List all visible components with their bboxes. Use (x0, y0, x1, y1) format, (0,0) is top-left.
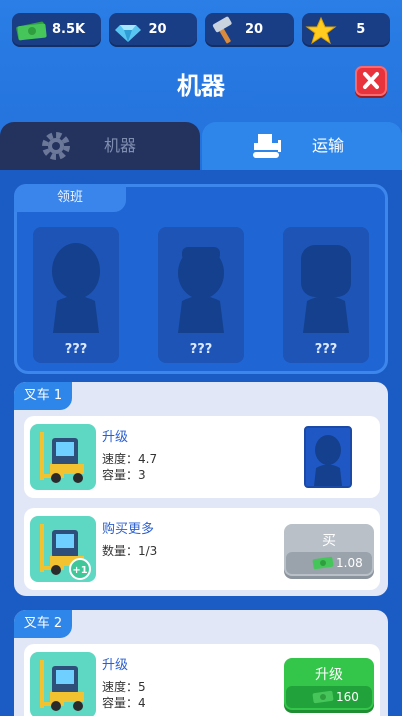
stars-value: 5 (356, 22, 366, 37)
bulldozer-icon (253, 134, 281, 158)
foreman-slot-label: ??? (64, 342, 88, 357)
foreman-slot-1[interactable]: ??? (33, 227, 119, 363)
buy-button[interactable]: 买 1.08 (284, 524, 374, 576)
upgrade-card: 升级 速度：5 容量：4 升级 160 (24, 644, 380, 716)
upgrade-price: 160 (336, 690, 359, 704)
resource-bar: 8.5K 20 20 5 (12, 13, 390, 47)
upgrade-heading: 升级 (102, 430, 129, 445)
page-title: 机器 (177, 72, 225, 100)
cash-icon (312, 690, 334, 704)
forklift-icon (40, 660, 84, 711)
resource-cash[interactable]: 8.5K (12, 13, 101, 47)
foreman-slot-label: ??? (314, 342, 338, 357)
speed-stat: 速度：5 (102, 680, 146, 694)
gear-icon (42, 132, 70, 160)
upgrade-button[interactable]: 升级 160 (284, 658, 374, 710)
forklift-tag: 叉车 2 (14, 610, 72, 638)
locked-character-silhouette (301, 245, 351, 333)
foreman-tag: 领班 (14, 184, 126, 212)
cash-value: 8.5K (52, 22, 86, 37)
buy-button-label: 买 (322, 533, 336, 549)
forklift-tag: 叉车 1 (14, 382, 72, 410)
forklift-icon (40, 432, 84, 483)
foreman-panel: 领班 ??? ??? ??? (14, 184, 388, 374)
buy-more-card: +1 购买更多 数量：1/3 买 1.08 (24, 508, 380, 590)
quantity-stat: 数量：1/3 (102, 544, 158, 558)
locked-character-silhouette (52, 243, 100, 333)
buy-price: 1.08 (336, 556, 363, 570)
capacity-stat: 容量：3 (102, 468, 146, 482)
buy-more-heading: 购买更多 (102, 522, 155, 537)
foreman-slot-2[interactable]: ??? (158, 227, 244, 363)
capacity-stat: 容量：4 (102, 696, 146, 710)
price-bar: 1.08 (286, 552, 372, 574)
hammer-icon (212, 16, 232, 44)
tab-transport[interactable]: 运输 (202, 122, 402, 170)
forklift-thumbnail (30, 424, 96, 490)
driver-silhouette (314, 435, 342, 486)
foreman-slot-label: ??? (189, 342, 213, 357)
driver-slot[interactable] (304, 426, 352, 488)
forklift-icon: +1 (40, 524, 91, 580)
cash-icon (16, 21, 47, 41)
resource-hammers[interactable]: 20 (205, 13, 294, 47)
tab-transport-label: 运输 (312, 136, 345, 155)
upgrade-button-label: 升级 (315, 667, 343, 683)
close-icon (363, 72, 379, 89)
locked-character-silhouette (178, 247, 224, 333)
upgrade-heading: 升级 (102, 658, 129, 673)
resource-gems[interactable]: 20 (108, 13, 197, 47)
gems-value: 20 (148, 22, 167, 37)
close-button[interactable] (355, 66, 387, 96)
plus-one-badge: +1 (72, 565, 87, 576)
tab-machines-label: 机器 (104, 136, 137, 155)
price-bar: 160 (286, 686, 372, 708)
forklift-section-2: 叉车 2 升级 速度：5 容量：4 升级 160 (14, 610, 388, 716)
hammers-value: 20 (245, 22, 264, 37)
forklift-thumbnail: +1 (30, 516, 96, 582)
star-icon (305, 16, 336, 44)
foreman-slot-3[interactable]: ??? (283, 227, 369, 363)
cash-icon (312, 556, 334, 570)
forklift-thumbnail (30, 652, 96, 716)
gem-icon (114, 25, 141, 42)
resource-stars[interactable]: 5 (301, 13, 390, 47)
speed-stat: 速度：4.7 (102, 452, 158, 466)
upgrade-card: 升级 速度：4.7 容量：3 (24, 416, 380, 498)
tab-machines[interactable]: 机器 (0, 122, 200, 170)
forklift-section-1: 叉车 1 升级 速度：4.7 容量：3 +1 购买更多 数量：1/3 买 1.0… (14, 382, 388, 596)
